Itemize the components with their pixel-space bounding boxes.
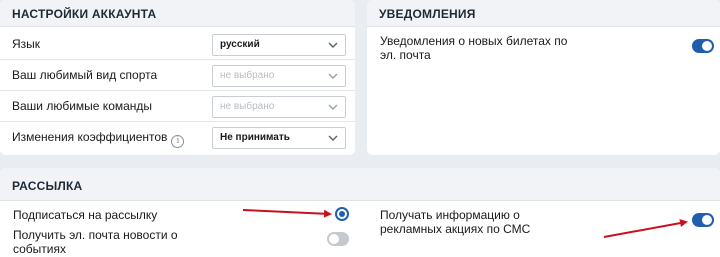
annotation-arrows (242, 209, 688, 238)
red-arrow-icon (242, 209, 332, 218)
red-arrow-icon (603, 219, 688, 238)
